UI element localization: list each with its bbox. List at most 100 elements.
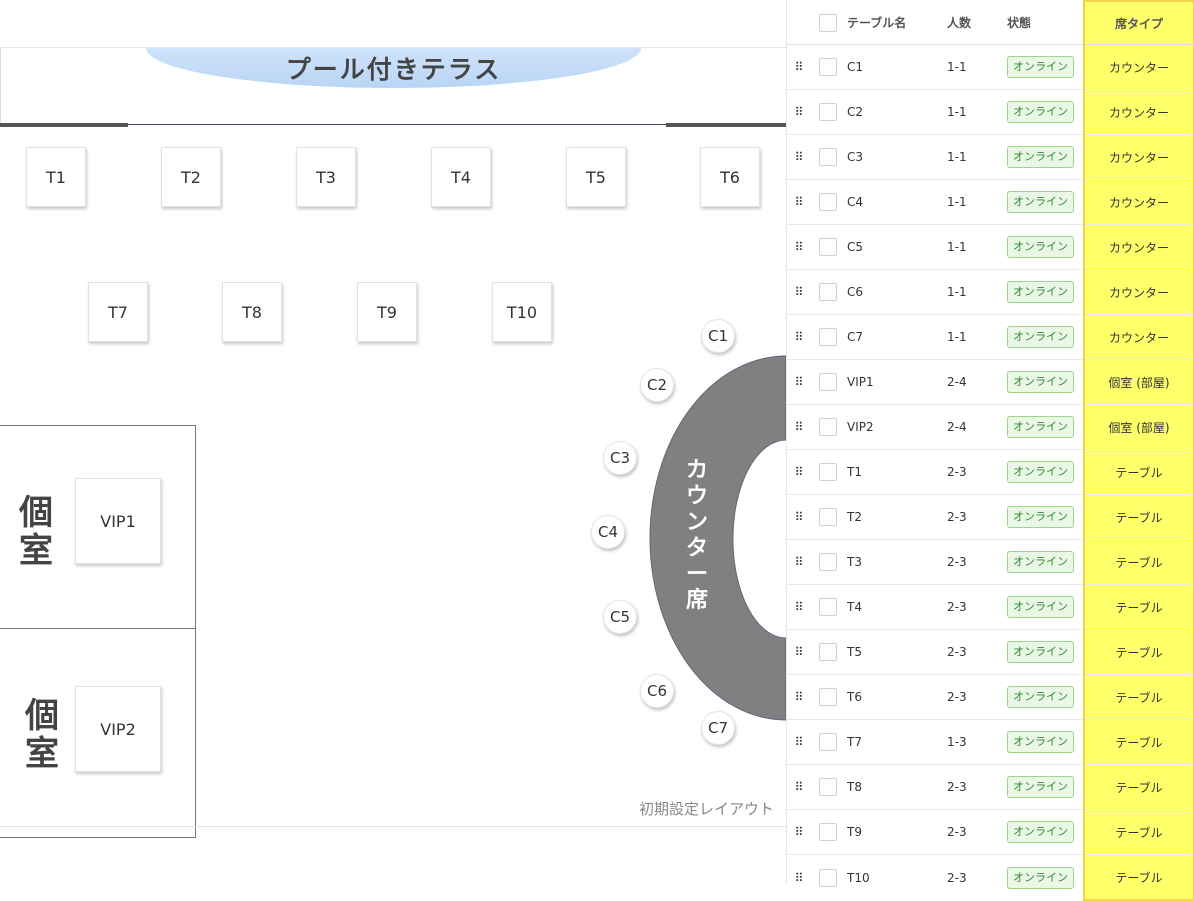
row-status-cell: オンライン xyxy=(1007,314,1084,360)
header-seat-type[interactable]: 席タイプ xyxy=(1083,0,1194,45)
table-t10[interactable]: T10 xyxy=(492,282,552,342)
row-checkbox[interactable] xyxy=(819,463,837,481)
table-row[interactable]: ⠿ T7 1-3 オンライン テーブル xyxy=(787,719,1194,765)
table-row[interactable]: ⠿ C1 1-1 オンライン カウンター xyxy=(787,44,1194,90)
drag-handle-icon[interactable]: ⠿ xyxy=(787,269,811,315)
row-seat-type: カウンター xyxy=(1083,224,1194,270)
row-table-name: VIP2 xyxy=(847,404,947,450)
row-checkbox[interactable] xyxy=(819,418,837,436)
table-row[interactable]: ⠿ C3 1-1 オンライン カウンター xyxy=(787,134,1194,180)
seat-c4[interactable]: C4 xyxy=(591,515,625,549)
drag-handle-icon[interactable]: ⠿ xyxy=(787,719,811,765)
row-status-cell: オンライン xyxy=(1007,674,1084,720)
status-badge: オンライン xyxy=(1007,866,1074,889)
row-checkbox[interactable] xyxy=(819,778,837,796)
table-t4[interactable]: T4 xyxy=(431,147,491,207)
row-checkbox[interactable] xyxy=(819,58,837,76)
table-row[interactable]: ⠿ T10 2-3 オンライン テーブル xyxy=(787,854,1194,901)
row-checkbox[interactable] xyxy=(819,193,837,211)
seat-c5[interactable]: C5 xyxy=(603,600,637,634)
table-row[interactable]: ⠿ T2 2-3 オンライン テーブル xyxy=(787,494,1194,540)
seat-c7[interactable]: C7 xyxy=(701,711,735,745)
row-checkbox[interactable] xyxy=(819,823,837,841)
drag-handle-icon[interactable]: ⠿ xyxy=(787,494,811,540)
drag-handle-icon[interactable]: ⠿ xyxy=(787,179,811,225)
row-seat-type: テーブル xyxy=(1083,449,1194,495)
table-row[interactable]: ⠿ T3 2-3 オンライン テーブル xyxy=(787,539,1194,585)
table-t7[interactable]: T7 xyxy=(88,282,148,342)
table-row[interactable]: ⠿ VIP1 2-4 オンライン 個室 (部屋) xyxy=(787,359,1194,405)
counter-label: カウンター席 xyxy=(685,458,708,613)
header-table-name[interactable]: テーブル名 xyxy=(847,1,947,45)
table-row[interactable]: ⠿ T6 2-3 オンライン テーブル xyxy=(787,674,1194,720)
drag-handle-icon[interactable]: ⠿ xyxy=(787,359,811,405)
drag-handle-icon[interactable]: ⠿ xyxy=(787,449,811,495)
table-t1[interactable]: T1 xyxy=(26,147,86,207)
table-vip2[interactable]: VIP2 xyxy=(75,686,161,772)
drag-handle-icon[interactable]: ⠿ xyxy=(787,764,811,810)
floor-bottom-border xyxy=(0,826,786,827)
row-table-name: C2 xyxy=(847,89,947,135)
drag-handle-icon[interactable]: ⠿ xyxy=(787,674,811,720)
row-checkbox[interactable] xyxy=(819,688,837,706)
row-checkbox[interactable] xyxy=(819,508,837,526)
table-t8[interactable]: T8 xyxy=(222,282,282,342)
seat-c6[interactable]: C6 xyxy=(640,674,674,708)
table-row[interactable]: ⠿ C5 1-1 オンライン カウンター xyxy=(787,224,1194,270)
table-list-header: テーブル名 人数 状態 席タイプ xyxy=(787,0,1194,45)
seat-c3[interactable]: C3 xyxy=(603,441,637,475)
row-checkbox[interactable] xyxy=(819,238,837,256)
status-badge: オンライン xyxy=(1007,641,1074,663)
table-vip1[interactable]: VIP1 xyxy=(75,478,161,564)
drag-handle-icon[interactable]: ⠿ xyxy=(787,314,811,360)
drag-handle-icon[interactable]: ⠿ xyxy=(787,809,811,855)
row-table-name: T7 xyxy=(847,719,947,765)
row-checkbox[interactable] xyxy=(819,868,837,887)
table-t9[interactable]: T9 xyxy=(357,282,417,342)
row-checkbox[interactable] xyxy=(819,328,837,346)
select-all-checkbox[interactable] xyxy=(819,13,837,32)
drag-handle-icon[interactable]: ⠿ xyxy=(787,854,811,900)
drag-handle-icon[interactable]: ⠿ xyxy=(787,584,811,630)
row-checkbox[interactable] xyxy=(819,643,837,661)
table-t6[interactable]: T6 xyxy=(700,147,760,207)
table-row[interactable]: ⠿ C7 1-1 オンライン カウンター xyxy=(787,314,1194,360)
row-seat-type: カウンター xyxy=(1083,89,1194,135)
drag-handle-icon[interactable]: ⠿ xyxy=(787,134,811,180)
drag-handle-icon[interactable]: ⠿ xyxy=(787,539,811,585)
row-checkbox[interactable] xyxy=(819,598,837,616)
row-select-cell xyxy=(811,179,847,225)
drag-handle-icon[interactable]: ⠿ xyxy=(787,44,811,90)
row-checkbox[interactable] xyxy=(819,148,837,166)
row-checkbox[interactable] xyxy=(819,103,837,121)
row-seat-type: 個室 (部屋) xyxy=(1083,359,1194,405)
drag-handle-icon[interactable]: ⠿ xyxy=(787,404,811,450)
header-status[interactable]: 状態 xyxy=(1007,1,1084,45)
table-row[interactable]: ⠿ T8 2-3 オンライン テーブル xyxy=(787,764,1194,810)
table-row[interactable]: ⠿ VIP2 2-4 オンライン 個室 (部屋) xyxy=(787,404,1194,450)
drag-handle-icon[interactable]: ⠿ xyxy=(787,224,811,270)
row-checkbox[interactable] xyxy=(819,283,837,301)
row-checkbox[interactable] xyxy=(819,373,837,391)
row-status-cell: オンライン xyxy=(1007,224,1084,270)
drag-handle-icon[interactable]: ⠿ xyxy=(787,629,811,675)
table-row[interactable]: ⠿ T5 2-3 オンライン テーブル xyxy=(787,629,1194,675)
row-status-cell: オンライン xyxy=(1007,449,1084,495)
row-status-cell: オンライン xyxy=(1007,44,1084,90)
header-capacity[interactable]: 人数 xyxy=(947,1,1007,45)
seat-c2[interactable]: C2 xyxy=(640,368,674,402)
table-row[interactable]: ⠿ C2 1-1 オンライン カウンター xyxy=(787,89,1194,135)
row-checkbox[interactable] xyxy=(819,733,837,751)
table-row[interactable]: ⠿ C6 1-1 オンライン カウンター xyxy=(787,269,1194,315)
table-t3[interactable]: T3 xyxy=(296,147,356,207)
table-t2[interactable]: T2 xyxy=(161,147,221,207)
table-t5[interactable]: T5 xyxy=(566,147,626,207)
table-row[interactable]: ⠿ C4 1-1 オンライン カウンター xyxy=(787,179,1194,225)
table-row[interactable]: ⠿ T4 2-3 オンライン テーブル xyxy=(787,584,1194,630)
seat-c1[interactable]: C1 xyxy=(701,319,735,353)
table-row[interactable]: ⠿ T9 2-3 オンライン テーブル xyxy=(787,809,1194,855)
table-row[interactable]: ⠿ T1 2-3 オンライン テーブル xyxy=(787,449,1194,495)
row-checkbox[interactable] xyxy=(819,553,837,571)
row-status-cell: オンライン xyxy=(1007,359,1084,405)
drag-handle-icon[interactable]: ⠿ xyxy=(787,89,811,135)
